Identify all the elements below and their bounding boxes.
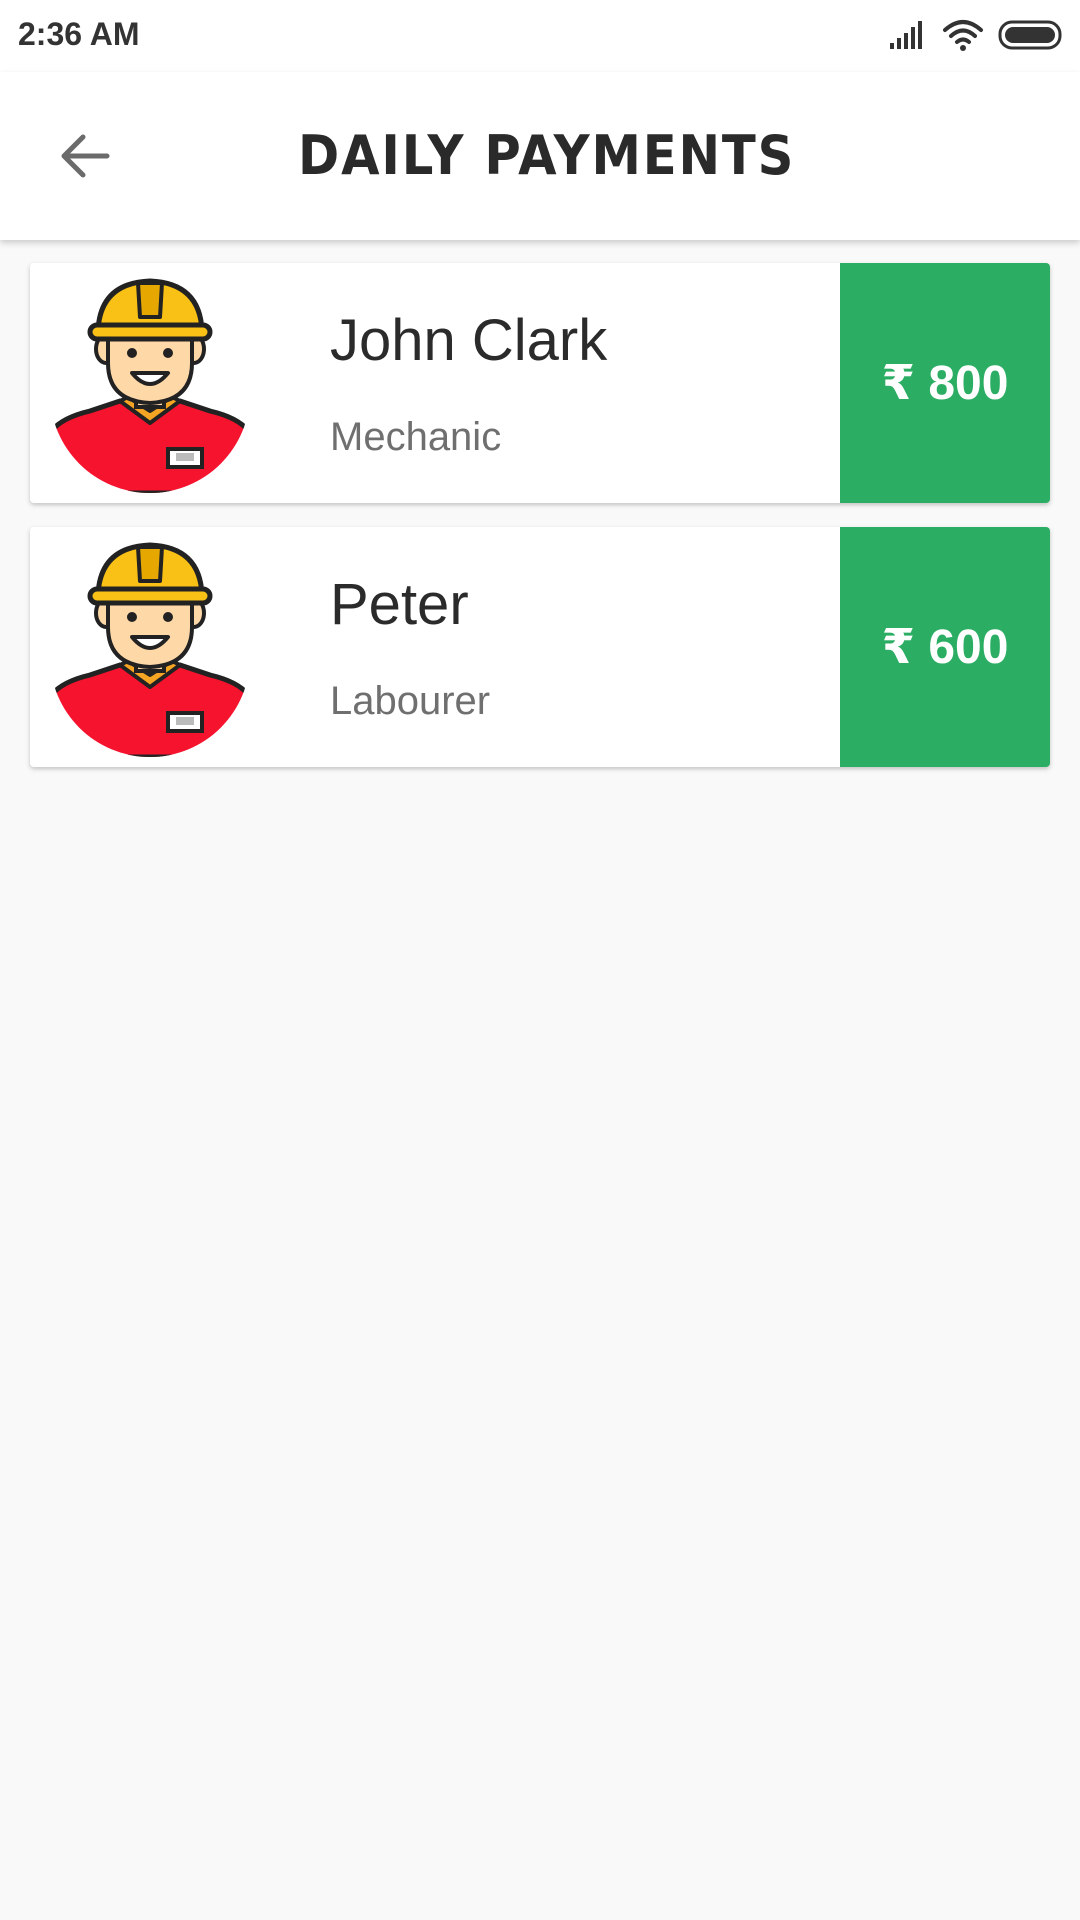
worker-name: John Clark bbox=[330, 308, 608, 373]
app-bar: DAILY PAYMENTS bbox=[0, 72, 1080, 240]
worker-avatar-icon bbox=[50, 273, 250, 493]
back-arrow-icon bbox=[57, 129, 111, 188]
worker-role: Labourer bbox=[330, 679, 491, 723]
back-button[interactable] bbox=[46, 120, 122, 196]
worker-card[interactable]: Peter Labourer ₹ 600 bbox=[30, 527, 1050, 767]
payment-amount[interactable]: ₹ 800 bbox=[840, 263, 1050, 503]
worker-avatar-icon bbox=[50, 537, 250, 757]
worker-card[interactable]: John Clark Mechanic ₹ 800 bbox=[30, 263, 1050, 503]
page-title: DAILY PAYMENTS bbox=[298, 124, 796, 187]
worker-role: Mechanic bbox=[330, 415, 502, 459]
payment-amount[interactable]: ₹ 600 bbox=[840, 527, 1050, 767]
status-icons bbox=[888, 18, 1064, 57]
signal-icon bbox=[888, 19, 928, 56]
worker-name: Peter bbox=[330, 572, 469, 637]
wifi-icon bbox=[942, 18, 984, 57]
worker-list: John Clark Mechanic ₹ 800 Peter Labourer… bbox=[30, 263, 1050, 791]
status-time: 2:36 AM bbox=[18, 16, 140, 52]
status-bar: 2:36 AM bbox=[0, 0, 1080, 72]
battery-icon bbox=[998, 19, 1064, 56]
